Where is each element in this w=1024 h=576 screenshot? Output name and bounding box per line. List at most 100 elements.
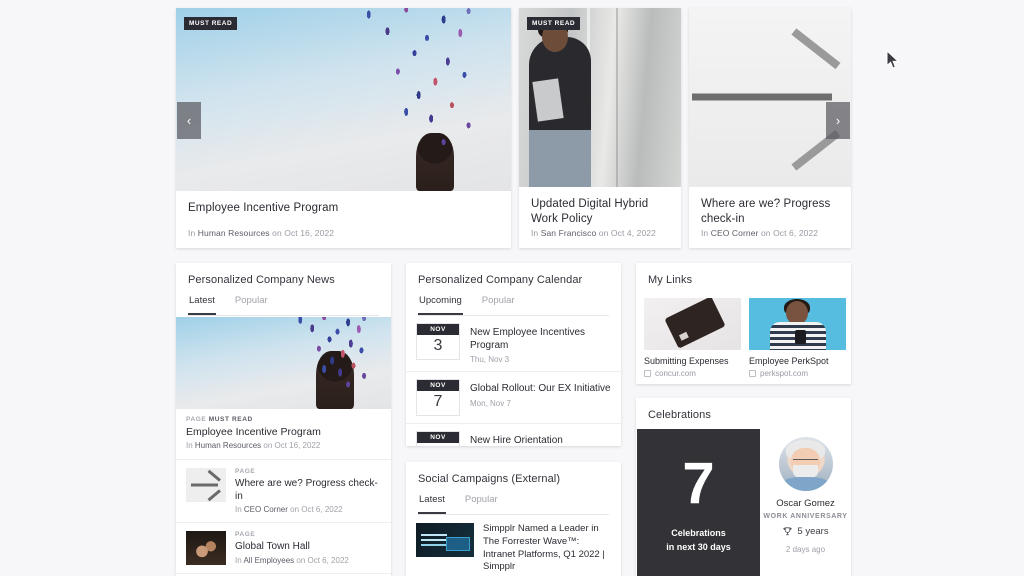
news-item-meta: In CEO Corner on Oct 6, 2022 [235, 505, 381, 514]
calendar-event-row[interactable]: NOV 7 Global Rollout: Our EX Initiative … [406, 372, 621, 424]
news-item-meta-prefix: In [235, 505, 244, 514]
news-lead-meta-prefix: In [186, 441, 195, 450]
celebrations-body: 7 Celebrations in next 30 days Oscar Gom… [636, 423, 851, 576]
carousel-next-arrow-icon[interactable]: › [826, 102, 850, 139]
must-read-badge: MUST READ [526, 17, 581, 30]
calendar-date-chip: NOV 7 [416, 379, 460, 416]
company-news-title: Personalized Company News [188, 274, 335, 286]
tab-social-latest[interactable]: Latest [418, 494, 446, 514]
tab-news-latest[interactable]: Latest [188, 295, 216, 315]
social-post-title: Simpplr Named a Leader in The Forrester … [483, 523, 605, 573]
news-item-body: PAGE Global Town Hall In All Employees o… [235, 531, 349, 565]
celebration-milestone: 5 years [760, 526, 851, 537]
news-item-title: Global Town Hall [235, 541, 310, 552]
news-thumbnail-townhall [186, 531, 226, 565]
calendar-event-body: New Hire Orientation Mon, Nov 28, 2022 a… [470, 431, 575, 446]
hero-meta-prefix: In [700, 228, 711, 238]
hero-meta-prefix: In [188, 228, 198, 238]
calendar-event-body: New Employee Incentives Program Thu, Nov… [470, 323, 611, 364]
perkspot-photo [749, 298, 846, 350]
hero-slide-2[interactable]: MUST READ Updated Digital Hybrid Work Po… [518, 8, 681, 248]
tab-news-popular[interactable]: Popular [234, 295, 269, 315]
celebrations-panel: Celebrations 7 Celebrations in next 30 d… [636, 398, 851, 576]
hero-title: Updated Digital Hybrid Work Policy [530, 197, 649, 226]
tab-social-popular[interactable]: Popular [464, 494, 499, 514]
my-links-title: My Links [648, 274, 693, 286]
news-lead-kicker-type: PAGE [186, 416, 207, 423]
hero-body: Employee Incentive Program [176, 191, 511, 228]
my-link-url-text: perkspot.com [760, 369, 809, 378]
calendar-event-row[interactable]: NOV 3 New Employee Incentives Program Th… [406, 316, 621, 372]
tab-calendar-popular[interactable]: Popular [481, 295, 516, 315]
celebrations-header: Celebrations [636, 398, 851, 423]
celebrations-caption-line2: in next 30 days [666, 541, 731, 552]
calendar-event-title: Global Rollout: Our EX Initiative [470, 383, 611, 394]
social-campaigns-panel: Social Campaigns (External) Latest Popul… [406, 462, 621, 576]
news-lead-image[interactable] [176, 317, 391, 409]
company-news-panel: Personalized Company News Latest Popular… [176, 263, 391, 576]
company-calendar-title: Personalized Company Calendar [418, 274, 583, 286]
news-list-item[interactable]: PAGE Global Town Hall In All Employees o… [176, 523, 391, 574]
news-lead-item[interactable]: PAGE MUST READ Employee Incentive Progra… [176, 409, 391, 460]
hero-meta-suffix: on Oct 16, 2022 [269, 228, 335, 238]
my-link-card[interactable]: Employee PerkSpot perkspot.com [749, 298, 846, 378]
celebration-type-label: WORK ANNIVERSARY [763, 513, 848, 520]
calendar-event-title: New Employee Incentives Program [470, 327, 586, 351]
calendar-day: 7 [433, 393, 443, 410]
social-post-thumbnail [416, 523, 474, 557]
hero-meta: In Human Resources on Oct 16, 2022 [176, 228, 511, 248]
news-item-category: All Employees [243, 555, 295, 565]
news-item-kicker: PAGE [235, 468, 256, 475]
celebration-person-card[interactable]: Oscar Gomez WORK ANNIVERSARY 5 years 2 d… [760, 429, 851, 576]
news-item-title: Where are we? Progress check-in [235, 478, 378, 502]
hero-image-confetti: MUST READ [176, 8, 511, 191]
hero-meta: In San Francisco on Oct 4, 2022 [519, 228, 681, 248]
celebrations-caption: Celebrations in next 30 days [666, 527, 731, 554]
social-post[interactable]: Simpplr Named a Leader in The Forrester … [406, 515, 621, 574]
calendar-event-body: Global Rollout: Our EX Initiative Mon, N… [470, 379, 611, 408]
company-calendar-panel: Personalized Company Calendar Upcoming P… [406, 263, 621, 446]
external-link-icon [749, 370, 756, 377]
news-lead-category: Human Resources [194, 441, 262, 450]
my-link-card[interactable]: Submitting Expenses concur.com [644, 298, 741, 378]
calendar-month: NOV [417, 432, 459, 443]
calendar-day: 28 [417, 443, 459, 446]
news-item-meta: In All Employees on Oct 6, 2022 [235, 556, 349, 565]
hero-meta: In CEO Corner on Oct 6, 2022 [689, 228, 851, 248]
celebration-milestone-text: 5 years [797, 526, 829, 537]
calendar-event-row[interactable]: NOV 28 New Hire Orientation Mon, Nov 28,… [406, 424, 621, 446]
calendar-month: NOV [417, 324, 459, 335]
news-list-item[interactable]: PAGE Where are we? Progress check-in In … [176, 460, 391, 523]
credit-card-icon [644, 298, 741, 350]
celebrations-count-tile: 7 Celebrations in next 30 days [637, 429, 760, 576]
celebration-timestamp: 2 days ago [785, 545, 826, 554]
dashboard-page: MUST READ Employee Incentive Program In … [0, 0, 1024, 576]
social-campaigns-title: Social Campaigns (External) [418, 473, 561, 485]
avatar [778, 437, 833, 491]
my-links-panel: My Links Submitting Expenses concur.com … [636, 263, 851, 384]
news-lead-kicker: PAGE MUST READ [186, 416, 381, 423]
social-campaigns-header: Social Campaigns (External) Latest Popul… [406, 462, 621, 515]
hero-body: Updated Digital Hybrid Work Policy [519, 187, 681, 228]
calendar-event-when: Mon, Nov 7 [470, 398, 511, 408]
hero-slide-1[interactable]: MUST READ Employee Incentive Program In … [176, 8, 511, 248]
hero-title: Where are we? Progress check-in [700, 197, 831, 226]
hero-title: Employee Incentive Program [188, 202, 339, 214]
news-thumbnail-arrow-icon [186, 468, 226, 502]
my-links-header: My Links [636, 263, 851, 290]
my-link-url: concur.com [644, 369, 741, 378]
news-item-kicker: PAGE [235, 531, 256, 538]
calendar-event-title: New Hire Orientation [470, 435, 563, 446]
news-lead-title: Employee Incentive Program [186, 426, 321, 438]
calendar-date-chip: NOV 28 [416, 431, 460, 446]
carousel-prev-arrow-icon[interactable]: ‹ [177, 102, 201, 139]
calendar-day: 3 [433, 337, 443, 354]
my-link-url: perkspot.com [749, 369, 846, 378]
hero-image-office-door: MUST READ [518, 8, 681, 187]
my-link-url-text: concur.com [655, 369, 696, 378]
my-links-grid: Submitting Expenses concur.com Employee … [636, 290, 851, 378]
calendar-date-chip: NOV 3 [416, 323, 460, 360]
must-read-badge: MUST READ [184, 17, 238, 30]
celebrations-count: 7 [682, 451, 715, 516]
tab-calendar-upcoming[interactable]: Upcoming [418, 295, 463, 315]
